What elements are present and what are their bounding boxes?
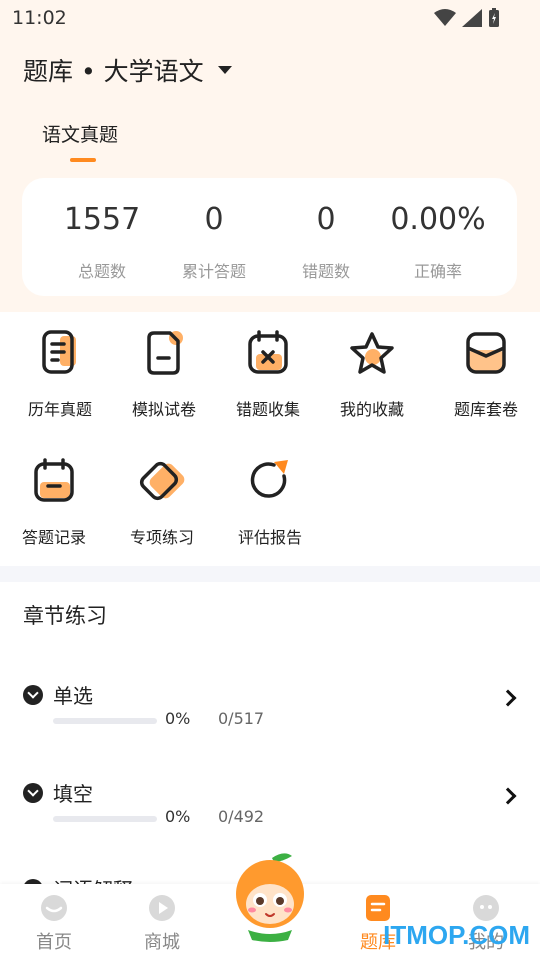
section-title: 章节练习 <box>23 604 107 628</box>
answer-record-icon <box>34 458 74 502</box>
stat-label: 错题数 <box>301 262 350 281</box>
battery-icon <box>489 8 499 27</box>
feature-label: 错题收集 <box>235 400 300 419</box>
caret-down-icon <box>217 66 232 74</box>
stat-label: 总题数 <box>77 262 126 281</box>
chapter-item[interactable]: 单选 0% 0/517 <box>0 676 540 756</box>
question-bank-icon <box>366 895 390 921</box>
signal-icon <box>462 9 482 27</box>
progress-count: 0/492 <box>218 807 265 826</box>
feature-label: 答题记录 <box>21 528 86 547</box>
status-time: 11:02 <box>12 7 67 29</box>
report-icon <box>250 460 288 498</box>
orange-mascot-icon[interactable] <box>222 848 318 944</box>
progress-percent: 0% <box>165 807 191 826</box>
expand-icon[interactable] <box>23 783 43 803</box>
mall-icon <box>149 895 175 921</box>
tab-past-exams[interactable]: 语文真题 <box>42 120 118 147</box>
feature-label: 我的收藏 <box>339 400 404 419</box>
stat-label: 累计答题 <box>181 262 246 281</box>
home-icon <box>41 895 67 921</box>
stats-card: 1557 总题数 0 累计答题 0 错题数 0.00% 正确率 <box>22 178 517 296</box>
section-divider <box>0 566 540 582</box>
stat-label: 正确率 <box>413 262 462 281</box>
stat-value: 1557 <box>63 202 141 237</box>
status-bar: 11:02 <box>0 0 540 36</box>
watermark: ITMOP.COM <box>383 920 530 950</box>
past-papers-icon <box>42 330 76 374</box>
status-icons <box>434 8 500 28</box>
nav-label: 商城 <box>144 932 180 953</box>
wrong-collection-icon <box>248 330 288 374</box>
paper-set-icon <box>466 332 506 374</box>
chapter-name: 单选 <box>53 684 93 708</box>
feature-label: 历年真题 <box>27 400 92 419</box>
wifi-icon <box>434 9 456 26</box>
feature-label: 题库套卷 <box>453 400 518 419</box>
progress-bar <box>53 816 157 822</box>
expand-icon[interactable] <box>23 685 43 705</box>
stat-value: 0 <box>204 202 224 237</box>
chapter-item[interactable]: 填空 0% 0/492 <box>0 774 540 854</box>
page-title: 题库 • 大学语文 <box>23 57 204 86</box>
stat-value: 0 <box>316 202 336 237</box>
stat-value: 0.00% <box>390 202 486 237</box>
nav-label: 首页 <box>36 932 72 953</box>
special-practice-icon <box>139 461 185 501</box>
chevron-right-icon[interactable] <box>499 689 517 707</box>
progress-percent: 0% <box>165 709 191 728</box>
subject-selector[interactable]: 题库 • 大学语文 <box>23 52 232 88</box>
progress-bar <box>53 718 157 724</box>
feature-label: 模拟试卷 <box>131 400 196 419</box>
star-icon <box>350 332 394 374</box>
feature-label: 评估报告 <box>237 528 302 547</box>
tab-active-indicator <box>70 158 96 162</box>
feature-label: 专项练习 <box>129 528 194 547</box>
chevron-right-icon[interactable] <box>499 787 517 805</box>
mock-exam-icon <box>147 331 183 375</box>
chapter-name: 填空 <box>53 782 93 806</box>
progress-count: 0/517 <box>218 709 265 728</box>
profile-icon <box>473 895 499 921</box>
